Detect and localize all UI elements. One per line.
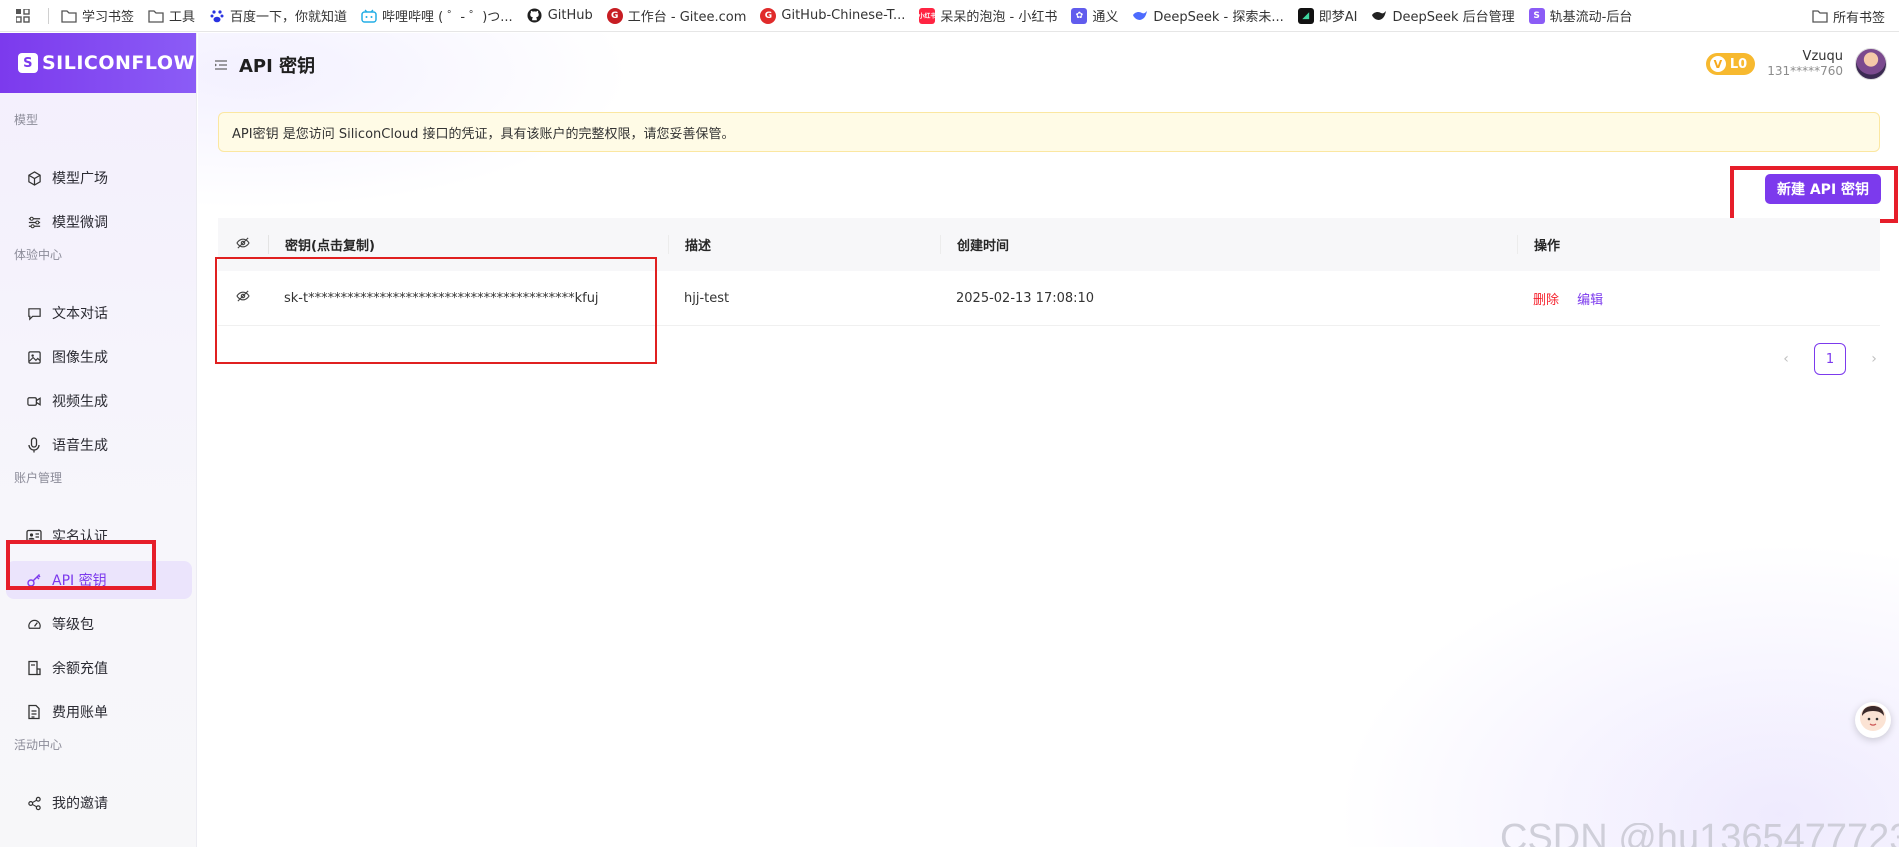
nav-section-title: 活动中心 [14, 738, 63, 752]
sidebar-item-real-name[interactable]: 实名认证 [6, 517, 192, 555]
github-chinese-icon: G [760, 7, 777, 24]
id-card-icon [26, 528, 42, 544]
table-header: 密钥(点击复制) 描述 创建时间 操作 [218, 218, 1880, 271]
folder-icon [1812, 9, 1828, 23]
tongyi-icon: ✿ [1071, 7, 1088, 24]
key-created-time: 2025-02-13 17:08:10 [956, 290, 1095, 306]
video-icon [26, 393, 42, 409]
api-key-value[interactable]: sk-t************************************… [268, 291, 668, 306]
bookmark-item[interactable]: DeepSeek 后台管理 [1371, 6, 1515, 25]
delete-key-button[interactable]: 删除 [1533, 293, 1559, 308]
bookmark-item[interactable]: DeepSeek - 探索未... [1132, 6, 1284, 25]
nav-section-title: 模型 [14, 113, 39, 127]
bookmark-item[interactable]: ◢ 即梦AI [1297, 6, 1357, 25]
pagination: ‹ 1 › [1772, 343, 1888, 375]
avatar[interactable] [1855, 48, 1887, 80]
sidebar: S SILICONFLOW 模型 模型广场 模型微调 体验中心 文本对话 图像生… [0, 33, 197, 847]
assistant-avatar-icon [1859, 704, 1887, 736]
gauge-icon [26, 616, 42, 632]
github-icon [527, 8, 543, 24]
xiaohongshu-icon: 小红书 [918, 7, 936, 24]
user-info: Vzuqu 131*****760 [1767, 49, 1843, 79]
row-actions: 删除 编辑 [1517, 289, 1880, 308]
new-api-key-button[interactable]: 新建 API 密钥 [1765, 174, 1881, 204]
recharge-icon [26, 660, 42, 676]
assistant-avatar-button[interactable] [1855, 702, 1891, 738]
sidebar-item-image-gen[interactable]: 图像生成 [6, 338, 192, 376]
key-description: hjj-test [684, 290, 730, 306]
sidebar-item-api-keys[interactable]: API 密钥 [6, 561, 192, 599]
sidebar-item-my-invites[interactable]: 我的邀请 [6, 784, 192, 822]
siliconflow-icon: S [1528, 7, 1545, 24]
share-icon [26, 795, 42, 811]
api-keys-table: 密钥(点击复制) 描述 创建时间 操作 sk-t****************… [218, 218, 1880, 326]
bookmark-item[interactable]: 小红书 呆呆的泡泡 - 小红书 [918, 6, 1057, 25]
folder-icon [61, 8, 77, 24]
bookmark-item[interactable]: 百度一下，你就知道 [209, 6, 347, 25]
jimeng-icon: ◢ [1297, 7, 1314, 24]
sliders-icon [26, 214, 42, 230]
baidu-icon [209, 8, 225, 24]
siliconflow-logo-icon: S [18, 53, 38, 73]
chevron-right-icon: › [1871, 351, 1877, 367]
apps-grid-icon[interactable] [12, 5, 34, 27]
sidebar-item-billing[interactable]: 费用账单 [6, 693, 192, 731]
image-icon [26, 349, 42, 365]
header-key: 密钥(点击复制) [268, 235, 668, 254]
bookmark-item[interactable]: 学习书签 [61, 6, 134, 25]
level-badge[interactable]: V L0 [1705, 53, 1756, 75]
page-number[interactable]: 1 [1814, 343, 1846, 375]
user-area[interactable]: V L0 Vzuqu 131*****760 [1705, 48, 1887, 80]
sidebar-item-text-chat[interactable]: 文本对话 [6, 294, 192, 332]
cube-icon [26, 170, 42, 186]
chat-icon [26, 305, 42, 321]
notice-banner: API密钥 是您访问 SiliconCloud 接口的凭证，具有该账户的完整权限… [218, 112, 1880, 152]
sidebar-item-level-pack[interactable]: 等级包 [6, 605, 192, 643]
bookmark-item[interactable]: G 工作台 - Gitee.com [606, 6, 746, 25]
header-actions: 操作 [1517, 235, 1880, 254]
bilibili-icon [361, 8, 377, 24]
sidebar-item-voice-gen[interactable]: 语音生成 [6, 426, 192, 464]
folder-icon [148, 8, 164, 24]
key-icon [26, 572, 42, 588]
edit-key-button[interactable]: 编辑 [1577, 293, 1603, 308]
bookmark-item[interactable]: 工具 [148, 6, 195, 25]
next-page-button[interactable]: › [1860, 344, 1888, 374]
nav-section-title: 账户管理 [14, 471, 63, 485]
vip-icon: V [1709, 56, 1726, 72]
nav-section-title: 体验中心 [14, 248, 63, 262]
bookmarks-bar: 学习书签 工具 百度一下，你就知道 哔哩哔哩 ( ゜- ゜)つ... GitHu… [0, 0, 1899, 32]
chevron-left-icon: ‹ [1783, 351, 1789, 367]
bookmark-item[interactable]: 哔哩哔哩 ( ゜- ゜)つ... [361, 6, 513, 25]
eye-off-icon [236, 290, 250, 306]
sidebar-item-model-finetune[interactable]: 模型微调 [6, 203, 192, 241]
header-description: 描述 [668, 235, 940, 254]
user-phone: 131*****760 [1767, 64, 1843, 78]
watermark: CSDN @hu1365477723 [1500, 823, 1899, 847]
sidebar-item-recharge[interactable]: 余额充值 [6, 649, 192, 687]
sidebar-item-video-gen[interactable]: 视频生成 [6, 382, 192, 420]
menu-collapse-icon[interactable] [213, 57, 229, 73]
bookmark-item[interactable]: G GitHub-Chinese-T... [760, 7, 905, 24]
page-title: API 密钥 [213, 52, 315, 78]
all-bookmarks[interactable]: 所有书签 [1812, 0, 1885, 31]
eye-off-icon [236, 236, 250, 253]
toggle-visibility-all[interactable] [218, 236, 268, 253]
bookmark-item[interactable]: S 轨基流动-后台 [1528, 6, 1632, 25]
toggle-key-visibility[interactable] [218, 290, 268, 306]
notice-text: API密钥 是您访问 SiliconCloud 接口的凭证，具有该账户的完整权限… [232, 126, 735, 142]
table-row: sk-t************************************… [218, 271, 1880, 326]
gitee-icon: G [606, 7, 623, 24]
bookmark-item[interactable]: ✿ 通义 [1071, 6, 1118, 25]
deepseek-icon [1132, 8, 1148, 24]
user-name: Vzuqu [1802, 49, 1843, 64]
deepseek-icon [1371, 8, 1387, 24]
header-created: 创建时间 [940, 235, 1517, 254]
prev-page-button[interactable]: ‹ [1772, 344, 1800, 374]
sidebar-item-model-square[interactable]: 模型广场 [6, 159, 192, 197]
bill-icon [26, 704, 42, 720]
logo[interactable]: S SILICONFLOW [0, 33, 196, 93]
bookmark-item[interactable]: GitHub [527, 8, 593, 24]
mic-icon [26, 437, 42, 453]
